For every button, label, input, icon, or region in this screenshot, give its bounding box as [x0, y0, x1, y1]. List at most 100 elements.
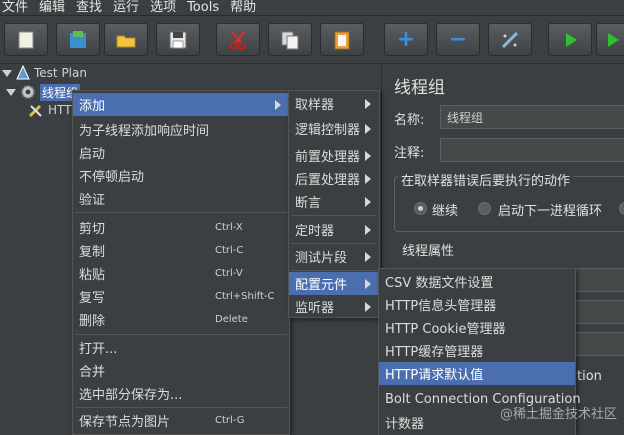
menu-item-label: HTTP Cookie管理器 — [385, 322, 506, 337]
menu-item-add[interactable]: 添加 — [73, 93, 289, 116]
expand-arrow-icon — [6, 88, 16, 96]
panel-title: 线程组 — [394, 78, 445, 98]
menu-separator — [291, 270, 377, 271]
config-item-request-defaults[interactable]: HTTP请求默认值 — [379, 362, 575, 385]
submenu-item-timer[interactable]: 定时器 — [289, 218, 379, 241]
menu-item-shortcut: Ctrl-C — [215, 245, 244, 256]
submenu-item-pre-processor[interactable]: 前置处理器 — [289, 144, 379, 167]
gear-icon — [21, 85, 35, 99]
watermark: @稀土掘金技术社区 — [500, 407, 618, 422]
menu-separator — [75, 212, 287, 213]
menu-item-shortcut: Delete — [215, 314, 248, 325]
menu-item-label: HTTP请求默认值 — [385, 368, 484, 383]
start-no-pause-button[interactable] — [596, 23, 624, 56]
expand-arrow-icon — [2, 69, 12, 77]
menu-item-merge[interactable]: 合并 — [73, 359, 289, 382]
toggle-icon — [501, 31, 519, 48]
tree-node-thread-group[interactable]: 线程组 — [6, 83, 81, 101]
comment-label: 注释: — [394, 146, 425, 161]
submenu-item-sampler[interactable]: 取样器 — [289, 92, 379, 115]
submenu-item-post-processor[interactable]: 后置处理器 — [289, 167, 379, 190]
menu-item-label: 配置元件 — [295, 278, 348, 293]
menu-item-label: 监听器 — [295, 301, 335, 316]
name-input[interactable]: 线程组 — [440, 105, 624, 129]
submenu-arrow-icon — [365, 196, 371, 207]
submenu-item-assertion[interactable]: 断言 — [289, 190, 379, 213]
menu-item-duplicate[interactable]: 复写 Ctrl+Shift-C — [73, 285, 289, 308]
cut-button[interactable] — [216, 23, 260, 56]
config-item-cookie-manager[interactable]: HTTP Cookie管理器 — [379, 316, 575, 339]
config-item-cache-manager[interactable]: HTTP缓存管理器 — [379, 339, 575, 362]
menu-item-label: HTTP信息头管理器 — [385, 299, 497, 314]
new-icon — [18, 31, 34, 48]
menu-item-label: 复制 — [79, 245, 106, 260]
start-icon — [566, 32, 577, 47]
menu-item-open[interactable]: 打开... — [73, 336, 289, 359]
menu-item-label: 为子线程添加响应时间 — [79, 124, 210, 139]
menu-item-start-no-pause[interactable]: 不停顿启动 — [73, 164, 289, 187]
menu-item-label: 验证 — [79, 193, 106, 208]
toolbar: + − — [0, 16, 624, 64]
menu-item-delete[interactable]: 删除 Delete — [73, 308, 289, 331]
radio-next-loop[interactable] — [478, 202, 491, 215]
submenu-arrow-icon — [275, 99, 281, 110]
copy-button[interactable] — [268, 23, 312, 56]
tree-node-test-plan[interactable]: Test Plan — [2, 64, 87, 82]
menu-tools[interactable]: Tools — [185, 0, 228, 16]
menu-item-label: CSV 数据文件设置 — [385, 276, 494, 291]
tree-label-test-plan: Test Plan — [34, 66, 87, 80]
menu-item-save-selection[interactable]: 选中部分保存为... — [73, 382, 289, 405]
menu-item-shortcut: Ctrl-X — [215, 222, 243, 233]
submenu-arrow-icon — [365, 224, 371, 235]
add-button[interactable]: + — [384, 23, 428, 56]
submenu-item-logic-controller[interactable]: 逻辑控制器 — [289, 117, 379, 140]
menu-item-validate[interactable]: 验证 — [73, 187, 289, 210]
open-button[interactable] — [104, 23, 148, 56]
menu-item-add-response-time[interactable]: 为子线程添加响应时间 — [73, 118, 289, 141]
menu-edit[interactable]: 编辑 — [37, 0, 74, 16]
menu-item-label: 取样器 — [295, 98, 335, 113]
menu-item-start[interactable]: 启动 — [73, 141, 289, 164]
menu-run[interactable]: 运行 — [111, 0, 148, 16]
remove-button[interactable]: − — [436, 23, 480, 56]
error-action-title: 在取样器错误后要执行的动作 — [398, 170, 574, 189]
templates-icon — [70, 30, 86, 48]
menu-item-label: 复写 — [79, 291, 106, 306]
save-icon — [169, 31, 187, 48]
tree-node-http[interactable]: HTT — [28, 101, 71, 119]
menu-separator — [75, 334, 287, 335]
comment-input[interactable] — [440, 138, 624, 162]
menu-search[interactable]: 查找 — [74, 0, 111, 16]
cut-icon — [230, 30, 246, 50]
menu-item-label: 定时器 — [295, 224, 335, 239]
menu-item-shortcut: Ctrl-V — [215, 268, 243, 279]
menu-help[interactable]: 帮助 — [228, 0, 265, 16]
templates-button[interactable] — [56, 23, 100, 56]
menu-item-cut[interactable]: 剪切 Ctrl-X — [73, 216, 289, 239]
start-button[interactable] — [548, 23, 592, 56]
submenu-item-listener[interactable]: 监听器 — [289, 295, 379, 318]
menu-item-copy[interactable]: 复制 Ctrl-C — [73, 239, 289, 262]
submenu-item-test-fragment[interactable]: 测试片段 — [289, 245, 379, 268]
menu-file[interactable]: 文件 — [0, 0, 37, 16]
toggle-button[interactable] — [488, 23, 532, 56]
radio-continue[interactable] — [414, 202, 427, 215]
menu-item-label: 前置处理器 — [295, 150, 361, 165]
menu-item-label: 添加 — [79, 99, 106, 114]
remove-icon: − — [448, 26, 468, 52]
paste-icon — [334, 31, 350, 49]
menu-options[interactable]: 选项 — [148, 0, 185, 16]
submenu-item-config-element[interactable]: 配置元件 — [289, 272, 379, 295]
menu-item-save-image[interactable]: 保存节点为图片 Ctrl-G — [73, 409, 289, 432]
config-item-header-manager[interactable]: HTTP信息头管理器 — [379, 293, 575, 316]
copy-icon — [281, 31, 299, 49]
menu-item-shortcut: Ctrl-G — [215, 415, 245, 426]
context-menu: 添加 为子线程添加响应时间 启动 不停顿启动 验证 剪切 Ctrl-X 复制 Ctr… — [72, 90, 290, 435]
config-item-csv[interactable]: CSV 数据文件设置 — [379, 270, 575, 293]
paste-button[interactable] — [320, 23, 364, 56]
sampler-icon — [28, 104, 42, 118]
save-button[interactable] — [156, 23, 200, 56]
new-button[interactable] — [4, 23, 48, 56]
menu-item-paste[interactable]: 粘贴 Ctrl-V — [73, 262, 289, 285]
menu-item-label: 选中部分保存为... — [79, 388, 183, 403]
